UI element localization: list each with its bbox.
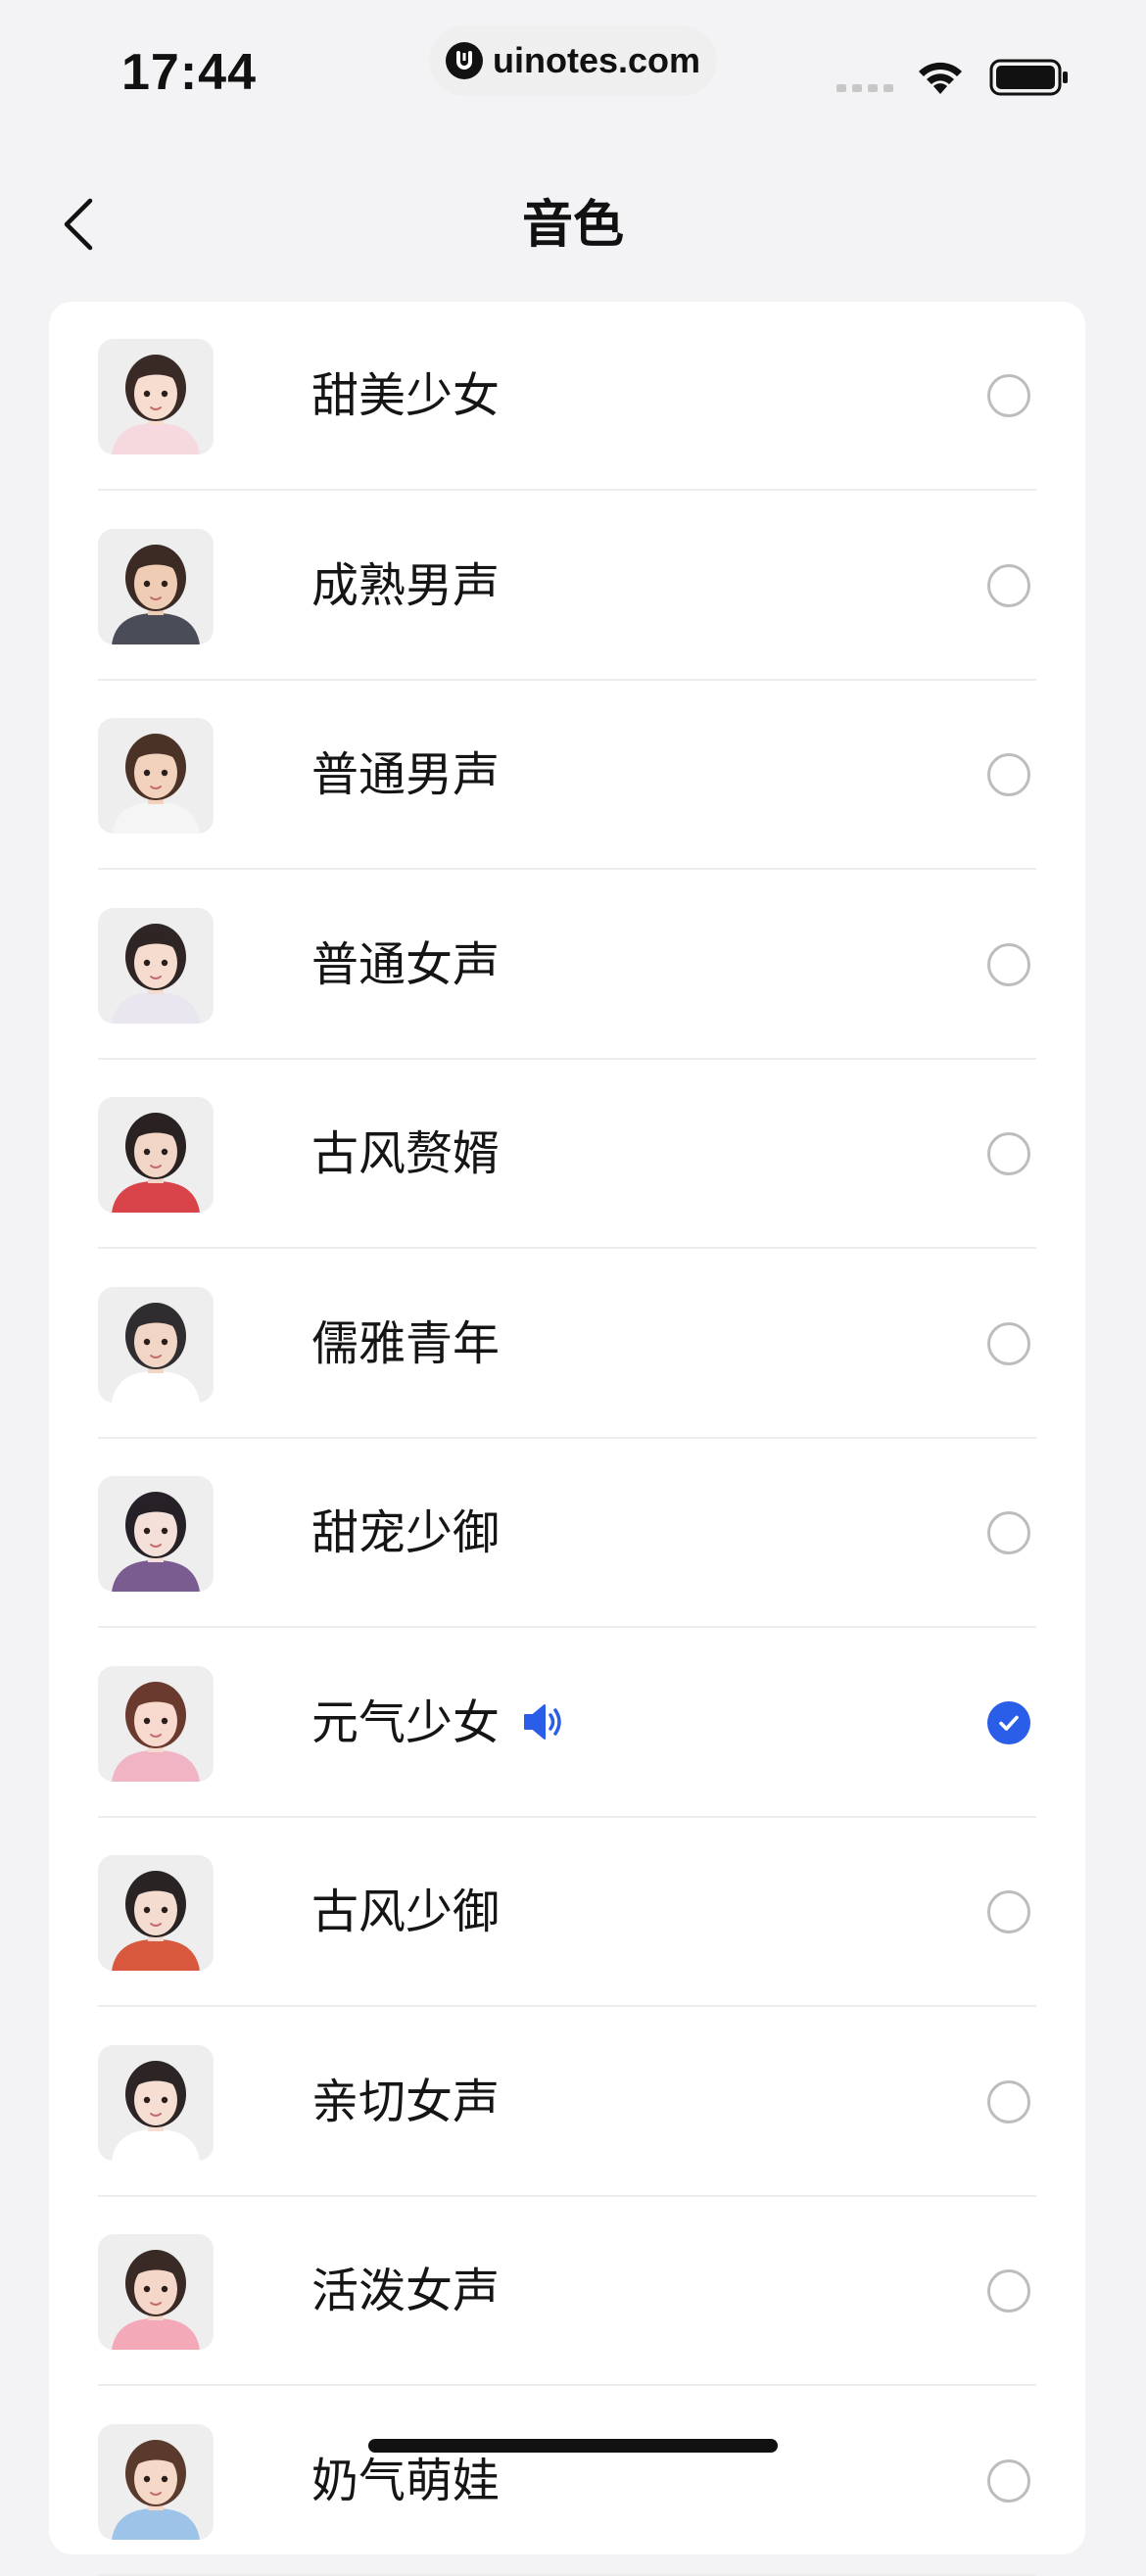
status-time: 17:44 xyxy=(121,44,257,101)
voice-label: 儒雅青年 xyxy=(311,1315,501,1371)
home-indicator xyxy=(368,2439,778,2453)
voice-label: 甜宠少御 xyxy=(311,1505,501,1560)
voice-avatar xyxy=(98,2234,214,2350)
page-title: 音色 xyxy=(521,196,624,255)
radio-button[interactable] xyxy=(987,942,1030,986)
voice-list: 甜美少女成熟男声普通男声普通女声古风赘婿儒雅青年甜宠少御元气少女古风少御亲切女声… xyxy=(49,302,1085,2576)
voice-option-row[interactable]: 活泼女声 xyxy=(98,2197,1036,2386)
radio-button[interactable] xyxy=(987,1890,1030,1933)
radio-button[interactable] xyxy=(987,2079,1030,2123)
voice-label: 奶气萌娃 xyxy=(311,2453,501,2508)
voice-avatar xyxy=(98,528,214,644)
voice-option-row[interactable]: 古风赘婿 xyxy=(98,1060,1036,1249)
voice-option-row[interactable]: 元气少女 xyxy=(98,1629,1036,1818)
voice-label: 古风赘婿 xyxy=(311,1126,501,1181)
voice-avatar xyxy=(98,718,214,834)
voice-avatar xyxy=(98,1665,214,1782)
voice-label: 元气少女 xyxy=(311,1694,501,1750)
voice-option-row[interactable]: 成熟男声 xyxy=(98,492,1036,681)
voice-label: 普通女声 xyxy=(311,936,501,992)
voice-option-row[interactable]: 甜宠少御 xyxy=(98,1439,1036,1628)
voice-label: 普通男声 xyxy=(311,747,501,802)
voice-avatar xyxy=(98,2423,214,2540)
radio-button[interactable] xyxy=(987,2458,1030,2503)
voice-label: 古风少御 xyxy=(311,1884,501,1939)
voice-avatar xyxy=(98,1097,214,1213)
cellular-signal-icon xyxy=(836,84,893,92)
radio-button[interactable] xyxy=(987,374,1030,417)
url-pill[interactable]: uinotes.com xyxy=(429,25,717,96)
voice-avatar xyxy=(98,907,214,1024)
wifi-icon xyxy=(915,57,966,100)
speaker-icon[interactable] xyxy=(521,1699,566,1748)
voice-avatar xyxy=(98,1286,214,1403)
radio-button[interactable] xyxy=(987,1321,1030,1365)
check-icon xyxy=(999,1715,1019,1731)
radio-button[interactable] xyxy=(987,2269,1030,2313)
voice-avatar xyxy=(98,339,214,454)
radio-button[interactable] xyxy=(987,1132,1030,1175)
voice-option-row[interactable]: 甜美少女 xyxy=(98,302,1036,491)
voice-option-row[interactable]: 儒雅青年 xyxy=(98,1250,1036,1439)
voice-option-row[interactable]: 奶气萌娃 xyxy=(98,2387,1036,2576)
status-bar: 17:44 uinotes.com xyxy=(0,0,1146,137)
voice-label: 成熟男声 xyxy=(311,557,501,613)
navigation-bar: 音色 xyxy=(0,176,1146,274)
site-logo-icon xyxy=(445,42,483,79)
voice-option-row[interactable]: 亲切女声 xyxy=(98,2008,1036,2197)
voice-avatar xyxy=(98,2044,214,2161)
voice-option-row[interactable]: 古风少御 xyxy=(98,1818,1036,2007)
voice-option-row[interactable]: 普通女声 xyxy=(98,871,1036,1060)
voice-label: 亲切女声 xyxy=(311,2074,501,2129)
voice-label: 甜美少女 xyxy=(311,368,501,423)
voice-option-row[interactable]: 普通男声 xyxy=(98,681,1036,870)
radio-button[interactable] xyxy=(987,753,1030,796)
radio-button[interactable] xyxy=(987,1511,1030,1554)
voice-label: 活泼女声 xyxy=(311,2264,501,2318)
radio-button[interactable] xyxy=(987,563,1030,607)
radio-button-checked[interactable] xyxy=(987,1700,1030,1744)
battery-icon xyxy=(989,59,1070,100)
voice-avatar xyxy=(98,1476,214,1592)
url-text: uinotes.com xyxy=(492,40,701,80)
voice-avatar xyxy=(98,1855,214,1971)
